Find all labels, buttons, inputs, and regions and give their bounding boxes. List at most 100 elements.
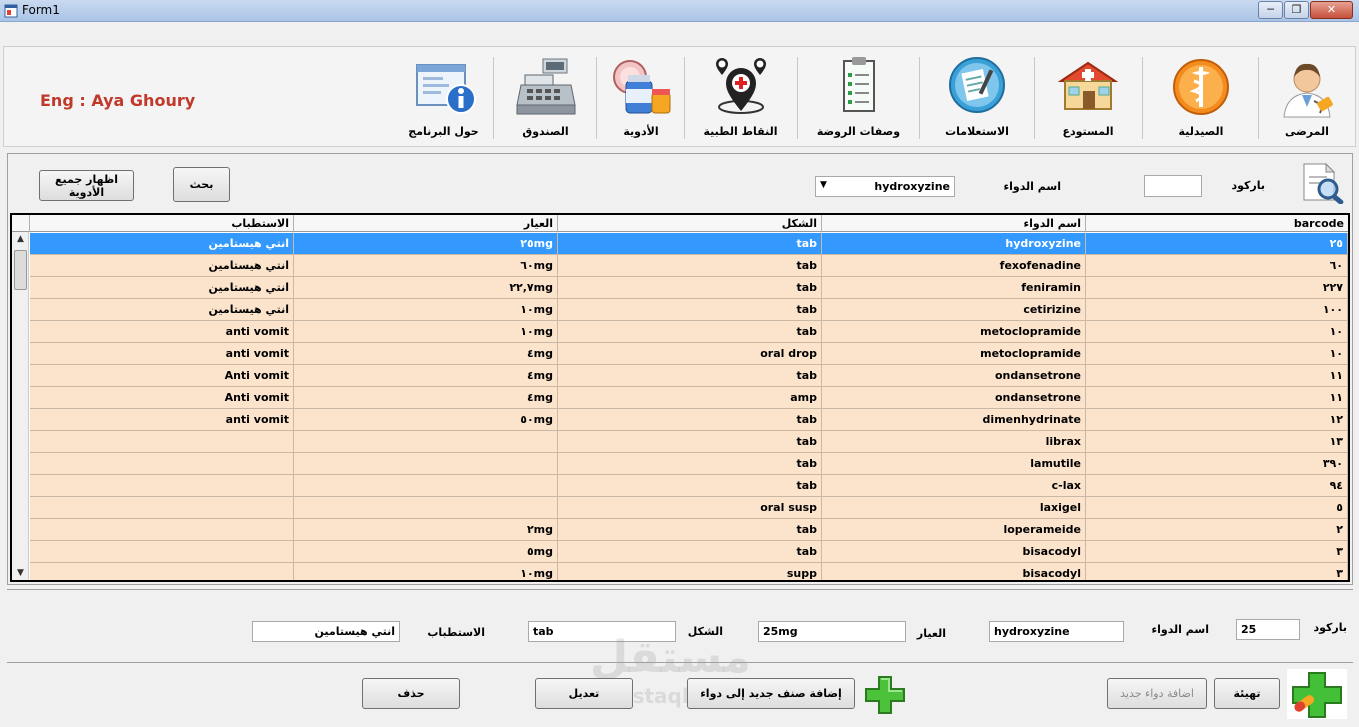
cell-medicine-name[interactable]: feniramin [822,277,1086,299]
dose-input[interactable] [758,621,906,642]
cell-barcode[interactable]: ١٠ [1086,343,1348,365]
medicines-grid[interactable]: الاستطباب العيار الشكل اسم الدواء barcod… [10,213,1350,582]
cell-barcode[interactable]: ١٠ [1086,321,1348,343]
dropdown-arrow-icon[interactable]: ▼ [820,180,827,190]
cell-medicine-name[interactable]: librax [822,431,1086,453]
cell-form[interactable]: tab [558,409,822,431]
edit-button[interactable]: تعديل [535,678,633,709]
cell-dose[interactable]: ٤mg [294,387,558,409]
table-row[interactable]: ١٢ dimenhydrinate tab ٥٠mg anti vomit [30,409,1348,431]
close-button[interactable]: ✕ [1310,1,1353,19]
table-row[interactable]: ٦٠ fexofenadine tab ٦٠mg انتي هيستامين [30,255,1348,277]
column-header-dose[interactable]: العيار [294,215,558,232]
cell-form[interactable]: tab [558,321,822,343]
cell-indication[interactable] [30,563,294,580]
scroll-up-icon[interactable]: ▲ [14,234,27,244]
toolbar-medicines[interactable]: الأدوية [600,53,682,143]
cell-indication[interactable] [30,497,294,519]
cell-medicine-name[interactable]: lamutile [822,453,1086,475]
cell-medicine-name[interactable]: bisacodyl [822,563,1086,580]
cell-dose[interactable]: ٢mg [294,519,558,541]
cell-medicine-name[interactable]: laxigel [822,497,1086,519]
cell-form[interactable]: tab [558,519,822,541]
table-row[interactable]: ٣ bisacodyl supp ١٠mg [30,563,1348,580]
cell-medicine-name[interactable]: cetirizine [822,299,1086,321]
cell-medicine-name[interactable]: metoclopramide [822,321,1086,343]
delete-button[interactable]: حذف [362,678,460,709]
cell-barcode[interactable]: ٣٩٠ [1086,453,1348,475]
toolbar-pharmacy[interactable]: الصيدلية [1146,53,1256,143]
cell-medicine-name[interactable]: c-lax [822,475,1086,497]
cell-form[interactable]: tab [558,365,822,387]
table-row[interactable]: ١١ ondansetrone tab ٤mg Anti vomit [30,365,1348,387]
cell-medicine-name[interactable]: dimenhydrinate [822,409,1086,431]
cell-indication[interactable]: انتي هيستامين [30,277,294,299]
search-button[interactable]: بحث [173,167,230,202]
cell-indication[interactable]: انتي هيستامين [30,255,294,277]
cell-indication[interactable] [30,519,294,541]
cell-medicine-name[interactable]: bisacodyl [822,541,1086,563]
cell-form[interactable]: tab [558,431,822,453]
table-row[interactable]: ١١ ondansetrone amp ٤mg Anti vomit [30,387,1348,409]
cell-barcode[interactable]: ٦٠ [1086,255,1348,277]
cell-form[interactable]: tab [558,233,822,255]
cell-form[interactable]: oral drop [558,343,822,365]
cell-barcode[interactable]: ٢ [1086,519,1348,541]
cell-form[interactable]: supp [558,563,822,580]
cell-dose[interactable]: ٥mg [294,541,558,563]
cell-barcode[interactable]: ٢٥ [1086,233,1348,255]
cell-dose[interactable] [294,453,558,475]
column-header-medicine-name[interactable]: اسم الدواء [822,215,1086,232]
minimize-button[interactable]: ─ [1258,1,1283,19]
reset-button[interactable]: تهيئة [1214,678,1280,709]
cell-dose[interactable]: ٦٠mg [294,255,558,277]
cell-barcode[interactable]: ٩٤ [1086,475,1348,497]
cell-indication[interactable]: انتي هيستامين [30,299,294,321]
cell-form[interactable]: oral susp [558,497,822,519]
table-row[interactable]: ١٠ metoclopramide oral drop ٤mg anti vomit [30,343,1348,365]
cell-indication[interactable] [30,431,294,453]
cell-indication[interactable]: Anti vomit [30,365,294,387]
cell-dose[interactable]: ١٠mg [294,321,558,343]
column-header-barcode[interactable]: barcode [1086,215,1348,232]
cell-dose[interactable]: ٢٢,٧mg [294,277,558,299]
cell-medicine-name[interactable]: hydroxyzine [822,233,1086,255]
cell-dose[interactable]: ٥٠mg [294,409,558,431]
cell-medicine-name[interactable]: ondansetrone [822,365,1086,387]
cell-medicine-name[interactable]: loperameide [822,519,1086,541]
cell-barcode[interactable]: ٣ [1086,541,1348,563]
grid-vertical-scrollbar[interactable]: ▲ ▼ [12,232,29,580]
table-row[interactable]: ٢٢٧ feniramin tab ٢٢,٧mg انتي هيستامين [30,277,1348,299]
add-plus-icon[interactable] [862,675,908,715]
cell-indication[interactable]: anti vomit [30,343,294,365]
cell-barcode[interactable]: ١٣ [1086,431,1348,453]
toolbar-warehouse[interactable]: المستودع [1038,53,1138,143]
table-row[interactable]: ٥ laxigel oral susp [30,497,1348,519]
cell-dose[interactable] [294,475,558,497]
toolbar-inquiries[interactable]: الاستعلامات [922,53,1032,143]
cell-indication[interactable] [30,475,294,497]
cell-barcode[interactable]: ١١ [1086,387,1348,409]
cell-medicine-name[interactable]: fexofenadine [822,255,1086,277]
table-row[interactable]: ١٠ metoclopramide tab ١٠mg anti vomit [30,321,1348,343]
medicine-name-combo[interactable]: ▼ hydroxyzine [815,176,955,197]
add-form-to-medicine-button[interactable]: إضافة صنف جديد إلى دواء [687,678,855,709]
table-row[interactable]: ٢٥ hydroxyzine tab ٢٥mg انتي هيستامين [30,233,1348,255]
cell-barcode[interactable]: ٣ [1086,563,1348,580]
add-new-medicine-button[interactable]: اضافة دواء جديد [1107,678,1207,709]
cell-medicine-name[interactable]: metoclopramide [822,343,1086,365]
table-row[interactable]: ٣٩٠ lamutile tab [30,453,1348,475]
cell-dose[interactable]: ٤mg [294,365,558,387]
cell-form[interactable]: tab [558,277,822,299]
toolbar-cash-register[interactable]: الصندوق [498,53,593,143]
cell-form[interactable]: tab [558,453,822,475]
cell-dose[interactable] [294,497,558,519]
cell-barcode[interactable]: ١٢ [1086,409,1348,431]
cell-medicine-name[interactable]: ondansetrone [822,387,1086,409]
medicine-name-input[interactable] [989,621,1124,642]
indication-input[interactable] [252,621,400,642]
cell-dose[interactable]: ٤mg [294,343,558,365]
search-document-icon[interactable] [1298,162,1348,204]
cell-dose[interactable]: ١٠mg [294,299,558,321]
cell-indication[interactable]: Anti vomit [30,387,294,409]
